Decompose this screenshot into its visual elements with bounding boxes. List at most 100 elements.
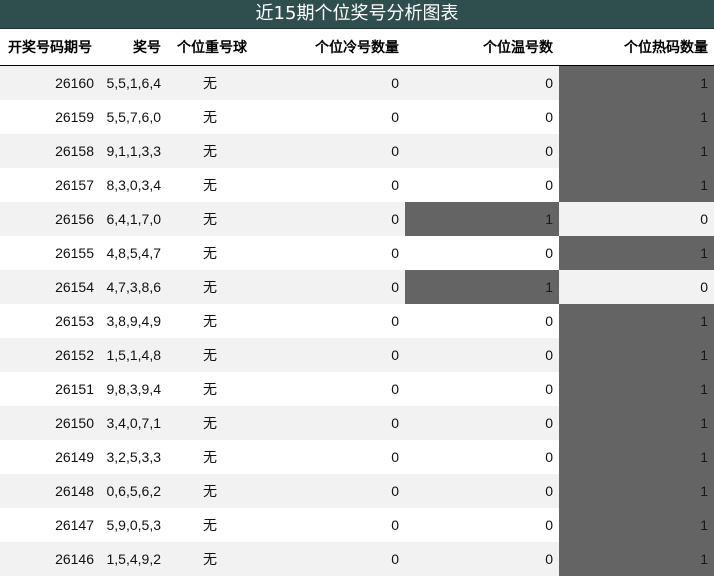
numbers-cell: 3,8,9,4,9 — [100, 304, 167, 338]
warm-count-cell: 0 — [405, 304, 559, 338]
repeat-cell: 无 — [167, 542, 253, 576]
repeat-cell: 无 — [167, 304, 253, 338]
warm-count-cell: 0 — [405, 236, 559, 270]
numbers-cell: 6,4,1,7,0 — [100, 202, 167, 236]
numbers-cell: 5,5,7,6,0 — [100, 100, 167, 134]
period-cell: 26159 — [0, 100, 100, 134]
repeat-cell: 无 — [167, 508, 253, 542]
chart-title: 近15期个位奖号分析图表 — [0, 0, 714, 29]
warm-count-cell: 0 — [405, 372, 559, 406]
header-numbers: 奖号 — [100, 29, 167, 66]
numbers-cell: 4,8,5,4,7 — [100, 236, 167, 270]
cold-count-cell: 0 — [253, 100, 405, 134]
period-cell: 26151 — [0, 372, 100, 406]
warm-count-cell: 0 — [405, 100, 559, 134]
period-cell: 26150 — [0, 406, 100, 440]
hot-count-cell: 1 — [559, 440, 714, 474]
numbers-cell: 5,9,0,5,3 — [100, 508, 167, 542]
period-cell: 26147 — [0, 508, 100, 542]
numbers-cell: 3,4,0,7,1 — [100, 406, 167, 440]
repeat-cell: 无 — [167, 440, 253, 474]
cold-count-cell: 0 — [253, 134, 405, 168]
warm-count-cell: 0 — [405, 168, 559, 202]
warm-count-cell: 0 — [405, 542, 559, 576]
header-repeat: 个位重号球 — [167, 29, 253, 66]
table-row: 26147 5,9,0,5,3 无 0 0 1 — [0, 508, 714, 542]
cold-count-cell: 0 — [253, 202, 405, 236]
period-cell: 26157 — [0, 168, 100, 202]
numbers-cell: 1,5,4,9,2 — [100, 542, 167, 576]
repeat-cell: 无 — [167, 372, 253, 406]
hot-count-cell: 1 — [559, 236, 714, 270]
table-row: 26154 4,7,3,8,6 无 0 1 0 — [0, 270, 714, 304]
period-cell: 26146 — [0, 542, 100, 576]
cold-count-cell: 0 — [253, 474, 405, 508]
table-row: 26155 4,8,5,4,7 无 0 0 1 — [0, 236, 714, 270]
hot-count-cell: 0 — [559, 202, 714, 236]
hot-count-cell: 1 — [559, 508, 714, 542]
cold-count-cell: 0 — [253, 168, 405, 202]
numbers-cell: 1,5,1,4,8 — [100, 338, 167, 372]
warm-count-cell: 0 — [405, 65, 559, 100]
numbers-cell: 3,2,5,3,3 — [100, 440, 167, 474]
period-cell: 26158 — [0, 134, 100, 168]
warm-count-cell: 0 — [405, 134, 559, 168]
numbers-cell: 0,6,5,6,2 — [100, 474, 167, 508]
cold-count-cell: 0 — [253, 406, 405, 440]
cold-count-cell: 0 — [253, 542, 405, 576]
warm-count-cell: 0 — [405, 474, 559, 508]
hot-count-cell: 1 — [559, 65, 714, 100]
header-hot-count: 个位热码数量 — [559, 29, 714, 66]
repeat-cell: 无 — [167, 65, 253, 100]
table-row: 26150 3,4,0,7,1 无 0 0 1 — [0, 406, 714, 440]
hot-count-cell: 1 — [559, 542, 714, 576]
header-period: 开奖号码期号 — [0, 29, 100, 66]
period-cell: 26156 — [0, 202, 100, 236]
table-row: 26153 3,8,9,4,9 无 0 0 1 — [0, 304, 714, 338]
hot-count-cell: 1 — [559, 304, 714, 338]
repeat-cell: 无 — [167, 474, 253, 508]
hot-count-cell: 1 — [559, 474, 714, 508]
warm-count-cell: 0 — [405, 338, 559, 372]
hot-count-cell: 0 — [559, 270, 714, 304]
period-cell: 26152 — [0, 338, 100, 372]
cold-count-cell: 0 — [253, 440, 405, 474]
numbers-cell: 4,7,3,8,6 — [100, 270, 167, 304]
warm-count-cell: 0 — [405, 440, 559, 474]
hot-count-cell: 1 — [559, 100, 714, 134]
warm-count-cell: 0 — [405, 406, 559, 440]
table-row: 26146 1,5,4,9,2 无 0 0 1 — [0, 542, 714, 576]
table-row: 26157 8,3,0,3,4 无 0 0 1 — [0, 168, 714, 202]
hot-count-cell: 1 — [559, 406, 714, 440]
table-row: 26152 1,5,1,4,8 无 0 0 1 — [0, 338, 714, 372]
table-row: 26149 3,2,5,3,3 无 0 0 1 — [0, 440, 714, 474]
table-row: 26158 9,1,1,3,3 无 0 0 1 — [0, 134, 714, 168]
hot-count-cell: 1 — [559, 168, 714, 202]
numbers-cell: 5,5,1,6,4 — [100, 65, 167, 100]
warm-count-cell: 1 — [405, 202, 559, 236]
numbers-cell: 9,8,3,9,4 — [100, 372, 167, 406]
repeat-cell: 无 — [167, 202, 253, 236]
cold-count-cell: 0 — [253, 372, 405, 406]
repeat-cell: 无 — [167, 338, 253, 372]
hot-count-cell: 1 — [559, 134, 714, 168]
cold-count-cell: 0 — [253, 65, 405, 100]
cold-count-cell: 0 — [253, 338, 405, 372]
hot-count-cell: 1 — [559, 372, 714, 406]
header-warm-count: 个位温号数 — [405, 29, 559, 66]
period-cell: 26148 — [0, 474, 100, 508]
table-row: 26159 5,5,7,6,0 无 0 0 1 — [0, 100, 714, 134]
period-cell: 26154 — [0, 270, 100, 304]
period-cell: 26149 — [0, 440, 100, 474]
period-cell: 26153 — [0, 304, 100, 338]
table-row: 26148 0,6,5,6,2 无 0 0 1 — [0, 474, 714, 508]
warm-count-cell: 0 — [405, 508, 559, 542]
table-row: 26156 6,4,1,7,0 无 0 1 0 — [0, 202, 714, 236]
repeat-cell: 无 — [167, 134, 253, 168]
cold-count-cell: 0 — [253, 236, 405, 270]
header-cold-count: 个位冷号数量 — [253, 29, 405, 66]
repeat-cell: 无 — [167, 168, 253, 202]
repeat-cell: 无 — [167, 236, 253, 270]
repeat-cell: 无 — [167, 270, 253, 304]
numbers-cell: 9,1,1,3,3 — [100, 134, 167, 168]
